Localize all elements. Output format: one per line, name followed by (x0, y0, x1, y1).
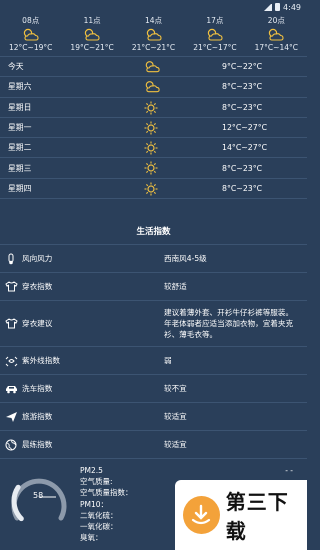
life-label: 风向风力 (22, 254, 53, 264)
partly-cloudy-icon (145, 26, 163, 42)
aqi-label: PM2.5 (80, 466, 103, 476)
life-value: 建议着薄外套、开衫牛仔衫裤等服装。年老体弱者应适当添加衣物，宜着夹克衫、薄毛衣等… (164, 308, 294, 340)
sun-icon (144, 161, 158, 177)
life-row-dress-advice: 穿衣建议 建议着薄外套、开衫牛仔衫裤等服装。年老体弱者应适当添加衣物，宜着夹克衫… (0, 301, 307, 348)
aqi-label: 空气质量: (80, 477, 113, 487)
aqi-label: 二氧化硫： (80, 510, 118, 520)
aqi-value: 58 (33, 491, 44, 501)
hourly-item: 08点 12°C~19°C (0, 15, 61, 56)
day-temp: 8°C~23°C (222, 102, 263, 112)
life-index-title: 生活指数 (0, 219, 307, 246)
life-label: 洗车指数 (22, 384, 53, 394)
aqi-gauge (11, 478, 67, 522)
partly-cloudy-icon (267, 26, 285, 42)
hour-range: 21°C~17°C (193, 43, 237, 52)
aqi-reading: - - (285, 466, 293, 476)
day-temp: 8°C~23°C (222, 163, 263, 173)
hourly-item: 14点 21°C~21°C (123, 15, 184, 56)
life-row-wind: 风向风力 西南风4-5级 (0, 245, 307, 274)
hourly-item: 20点 17°C~14°C (246, 15, 307, 56)
hour-range: 21°C~21°C (131, 43, 176, 52)
life-value: 较不宜 (164, 384, 187, 394)
daily-row: 星期一 12°C~27°C (0, 118, 307, 139)
shirt-icon (0, 318, 22, 329)
life-label: 晨练指数 (22, 440, 53, 450)
watermark: 第三下载 (175, 480, 307, 550)
daily-row: 今天 9°C~22°C (0, 57, 307, 78)
day-temp: 9°C~22°C (222, 62, 263, 72)
daily-row: 星期二 14°C~27°C (0, 138, 307, 159)
day-label: 星期三 (8, 163, 32, 173)
hourly-forecast: 08点 12°C~19°C 11点 19°C~21°C 14点 21°C~21°… (0, 14, 307, 56)
day-label: 星期二 (8, 143, 32, 153)
life-value: 弱 (164, 356, 172, 366)
daily-row: 星期四 8°C~23°C (0, 179, 307, 200)
partly-cloudy-icon (83, 26, 101, 42)
life-label: 旅游指数 (22, 412, 53, 422)
sun-icon (144, 141, 158, 157)
globe-icon (0, 439, 22, 451)
life-row-exercise: 晨练指数 较适宜 (0, 431, 307, 460)
day-temp: 8°C~23°C (222, 183, 263, 193)
daily-row: 星期三 8°C~23°C (0, 158, 307, 179)
hour-range: 12°C~19°C (9, 43, 53, 52)
download-logo-icon (183, 496, 220, 534)
day-label: 今天 (8, 62, 24, 72)
hour-time: 08点 (22, 16, 40, 25)
partly-cloudy-icon (144, 80, 161, 95)
battery-icon (275, 3, 281, 11)
day-label: 星期六 (8, 82, 32, 92)
sun-icon (144, 101, 158, 117)
wind-icon (0, 253, 22, 265)
status-time: 4:49 (283, 2, 301, 12)
day-label: 星期一 (8, 123, 32, 133)
hour-range: 17°C~14°C (254, 43, 298, 52)
day-temp: 12°C~27°C (222, 123, 268, 133)
sun-icon (144, 182, 158, 198)
daily-row: 星期六 8°C~23°C (0, 77, 307, 98)
life-label: 紫外线指数 (22, 356, 60, 366)
life-value: 较舒适 (164, 282, 187, 292)
daily-forecast: 今天 9°C~22°C 星期六 8°C~23°C 星期日 8°C~23°C 星期… (0, 56, 307, 200)
hour-range: 19°C~21°C (70, 43, 114, 52)
car-icon (0, 384, 22, 394)
aqi-label: PM10： (80, 499, 109, 509)
daily-row: 星期日 8°C~23°C (0, 98, 307, 118)
life-label: 穿衣指数 (22, 282, 53, 292)
aqi-label: 空气质量指数： (80, 488, 133, 498)
life-row-clothing: 穿衣指数 较舒适 (0, 273, 307, 302)
shirt-icon (0, 281, 22, 292)
day-label: 星期日 (8, 102, 32, 112)
hourly-item: 17点 21°C~17°C (184, 15, 245, 56)
life-row-uv: 紫外线指数 弱 (0, 347, 307, 376)
day-temp: 14°C~27°C (222, 143, 268, 153)
day-temp: 8°C~23°C (222, 82, 263, 92)
aqi-label: 一氧化碳： (80, 522, 118, 532)
partly-cloudy-icon (206, 26, 224, 42)
life-value: 较适宜 (164, 412, 187, 422)
partly-cloudy-icon (144, 60, 161, 75)
life-row-carwash: 洗车指数 较不宜 (0, 375, 307, 404)
life-value: 西南风4-5级 (164, 254, 207, 264)
watermark-text: 第三下载 (225, 490, 289, 543)
partly-cloudy-icon (22, 26, 40, 42)
life-label: 穿衣建议 (22, 319, 53, 329)
status-bar: 4:49 (0, 0, 307, 14)
sun-icon (144, 121, 158, 137)
signal-icon (264, 3, 273, 11)
day-label: 星期四 (8, 183, 32, 193)
life-index-list: 风向风力 西南风4-5级 穿衣指数 较舒适 穿衣建议 建议着薄外套、开衫牛仔衫裤… (0, 245, 307, 460)
plane-icon (0, 411, 22, 423)
uv-icon (0, 355, 22, 367)
life-row-travel: 旅游指数 较适宜 (0, 403, 307, 432)
aqi-label: 臭氧： (80, 533, 103, 543)
hourly-item: 11点 19°C~21°C (61, 15, 122, 56)
hour-time: 20点 (267, 16, 285, 25)
aqi-labels: PM2.5 空气质量: 空气质量指数： PM10： 二氧化硫： 一氧化碳： 臭氧… (80, 465, 133, 543)
hour-time: 17点 (206, 16, 224, 25)
life-value: 较适宜 (164, 440, 187, 450)
hour-time: 14点 (144, 16, 163, 25)
hour-time: 11点 (83, 16, 101, 25)
